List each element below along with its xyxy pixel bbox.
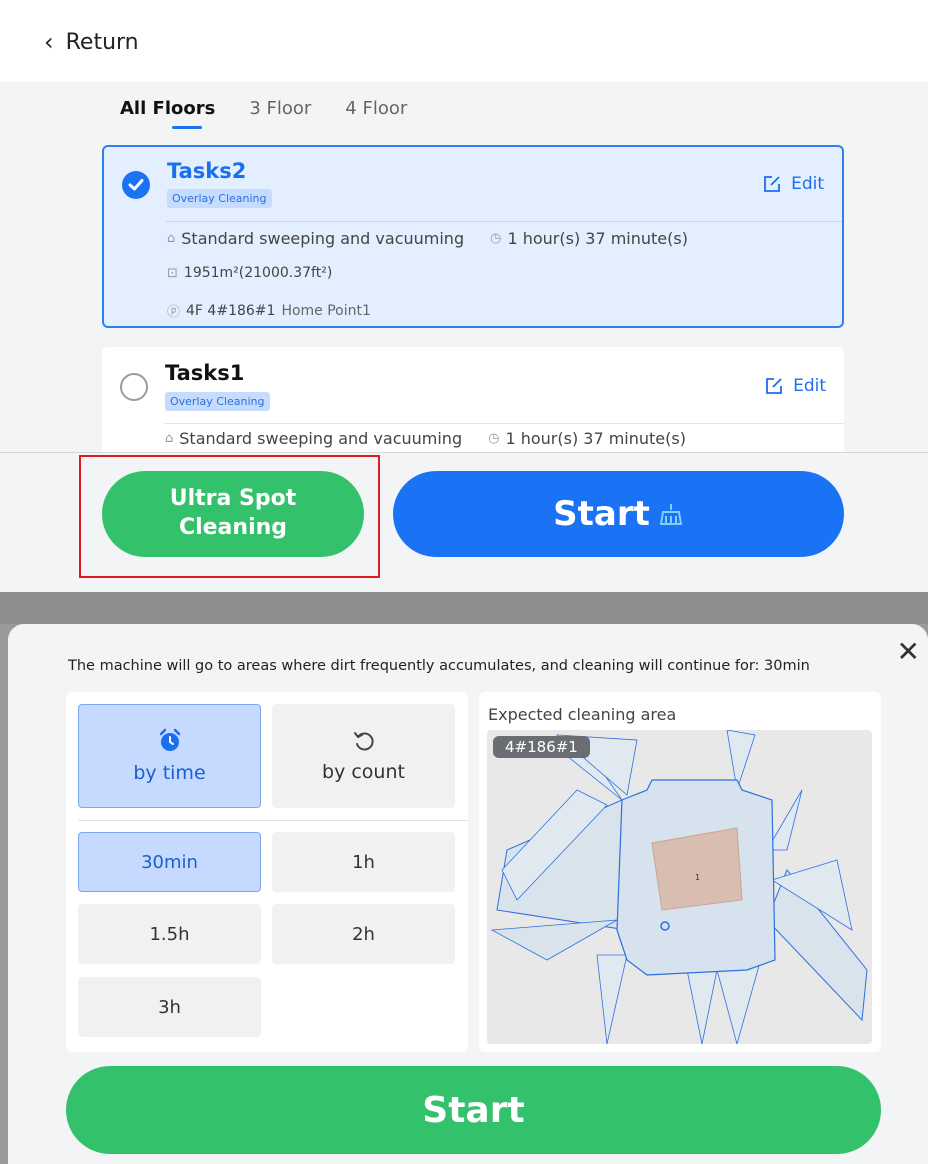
zone-number: 1 (695, 873, 700, 882)
point-info-row: ⓟ 4F 4#186#1 Home Point1 (167, 301, 371, 321)
sheet-start-button[interactable]: Start (66, 1066, 881, 1154)
cleaning-type: Standard sweeping and vacuuming (179, 429, 463, 448)
selected-check-icon[interactable] (122, 171, 150, 199)
highlight-box (79, 455, 380, 578)
task-name: Tasks2 (167, 159, 247, 183)
sheet-description: The machine will go to areas where dirt … (68, 658, 810, 674)
mode-panel: by time by count 30min 1h 1.5h 2h 3h (66, 692, 468, 1052)
mode-badge: Overlay Cleaning (165, 392, 270, 411)
area-info-row: ⊡ 1951m²(21000.37ft²) (167, 265, 332, 281)
alarm-clock-icon (159, 728, 180, 751)
task-duration: 1 hour(s) 37 minute(s) (507, 229, 688, 248)
point-code: 4F 4#186#1 (186, 302, 276, 319)
edit-button[interactable]: Edit (765, 376, 826, 396)
duration-2h[interactable]: 2h (272, 904, 455, 964)
edit-icon (764, 176, 780, 192)
task-card-tasks1[interactable]: Tasks1 Overlay Cleaning Edit ⌂ Standard … (102, 347, 844, 457)
by-count-label: by count (322, 761, 405, 783)
task-screen: ‹ Return All Floors 3 Floor 4 Floor Task… (0, 0, 928, 592)
task-card-tasks2[interactable]: Tasks2 Overlay Cleaning Edit ⌂ Standard … (102, 145, 844, 328)
task-area: 1951m²(21000.37ft²) (183, 265, 333, 281)
by-time-label: by time (133, 762, 206, 784)
by-count-option[interactable]: by count (272, 704, 455, 808)
floor-tabs: All Floors 3 Floor 4 Floor (120, 98, 441, 129)
by-time-option[interactable]: by time (78, 704, 261, 808)
edit-label: Edit (791, 174, 824, 194)
parking-point-icon: ⓟ (167, 305, 181, 320)
unselected-radio-icon[interactable] (120, 373, 148, 401)
duration-30min[interactable]: 30min (78, 832, 261, 892)
duration-1-5h[interactable]: 1.5h (78, 904, 261, 964)
point-name: Home Point1 (281, 302, 371, 319)
start-label: Start (553, 494, 650, 534)
top-bar: ‹ Return (0, 0, 928, 82)
edit-label: Edit (793, 376, 826, 396)
duration-3h[interactable]: 3h (78, 977, 261, 1037)
card-divider (164, 423, 844, 424)
return-label: Return (65, 29, 139, 55)
map-title: Expected cleaning area (488, 705, 677, 724)
broom-icon: ⌂ (165, 431, 174, 446)
cleaning-info-row: ⌂ Standard sweeping and vacuuming ◷ 1 ho… (167, 229, 688, 248)
floor-map: 1 (490, 730, 868, 1044)
clock-icon: ◷ (490, 231, 502, 246)
mode-badge: Overlay Cleaning (167, 189, 272, 208)
return-button[interactable]: ‹ Return (44, 26, 139, 58)
dim-overlay (0, 592, 928, 624)
start-button[interactable]: Start (393, 471, 844, 557)
area-icon: ⊡ (167, 265, 178, 281)
cleaning-info-row: ⌂ Standard sweeping and vacuuming ◷ 1 ho… (165, 429, 686, 448)
cleaning-map[interactable]: 1 4#186#1 (487, 730, 872, 1044)
chevron-left-icon: ‹ (44, 28, 54, 56)
ultra-spot-sheet: ✕ The machine will go to areas where dir… (8, 624, 928, 1164)
edit-icon (766, 378, 782, 394)
cleaning-type: Standard sweeping and vacuuming (181, 229, 465, 248)
tab-3-floor[interactable]: 3 Floor (249, 98, 311, 129)
tab-4-floor[interactable]: 4 Floor (345, 98, 407, 129)
divider (78, 820, 468, 821)
broom-icon: ⌂ (167, 231, 176, 246)
tab-all-floors[interactable]: All Floors (120, 98, 215, 129)
task-name: Tasks1 (165, 361, 245, 385)
card-divider (166, 221, 842, 222)
close-icon[interactable]: ✕ (897, 638, 920, 666)
task-duration: 1 hour(s) 37 minute(s) (505, 429, 686, 448)
refresh-icon (353, 732, 374, 751)
broom-icon (659, 504, 683, 525)
edit-button[interactable]: Edit (763, 174, 824, 194)
clock-icon: ◷ (488, 431, 500, 446)
map-panel: Expected cleaning area 1 4#186#1 (479, 692, 881, 1052)
action-bar: Ultra Spot Cleaning Start (0, 452, 928, 592)
duration-1h[interactable]: 1h (272, 832, 455, 892)
map-location-label: 4#186#1 (493, 736, 590, 758)
